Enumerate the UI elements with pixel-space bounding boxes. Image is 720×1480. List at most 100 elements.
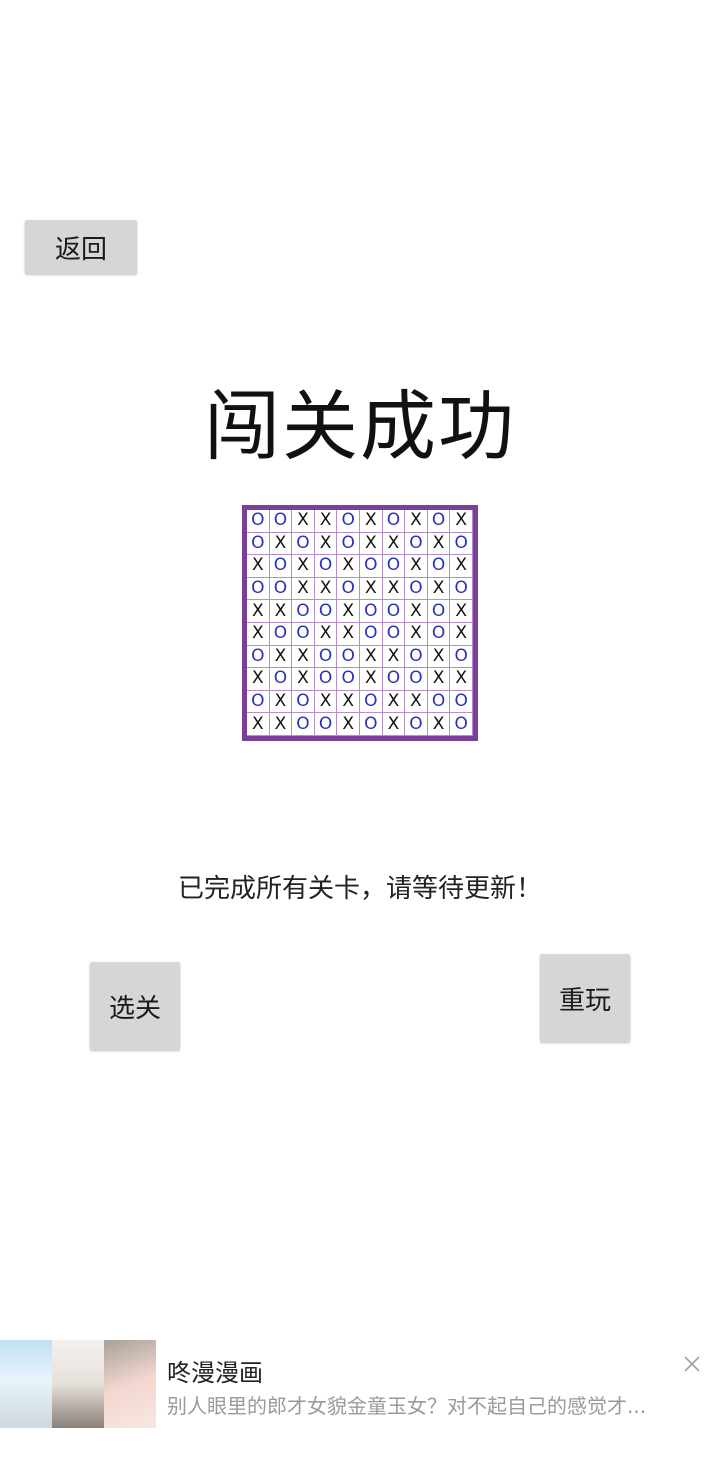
board-cell[interactable]: O xyxy=(360,555,383,578)
board-cell[interactable]: X xyxy=(382,532,406,556)
board-cell[interactable]: X xyxy=(337,690,360,714)
board-cell[interactable]: X xyxy=(269,532,293,556)
board-cell[interactable]: X xyxy=(382,690,406,714)
board-cell[interactable]: O xyxy=(450,577,473,601)
board-cell[interactable]: X xyxy=(269,690,293,714)
board-cell[interactable]: X xyxy=(292,577,315,601)
board-cell[interactable]: X xyxy=(405,555,428,578)
board-cell[interactable]: O xyxy=(337,668,360,691)
board-cell[interactable]: O xyxy=(382,510,406,533)
board-cell[interactable]: X xyxy=(405,600,428,623)
back-button[interactable]: 返回 xyxy=(25,220,137,274)
board-cell[interactable]: X xyxy=(247,668,270,691)
board-cell[interactable]: O xyxy=(405,577,428,601)
board-cell[interactable]: O xyxy=(292,690,315,714)
board-cell[interactable]: O xyxy=(360,713,383,736)
board-cell[interactable]: X xyxy=(269,713,293,736)
board-cell[interactable]: O xyxy=(450,713,473,736)
replay-button[interactable]: 重玩 xyxy=(540,954,630,1042)
board-cell[interactable]: O xyxy=(405,532,428,556)
board-cell[interactable]: X xyxy=(269,645,293,669)
board-cell[interactable]: O xyxy=(247,532,270,556)
board-cell[interactable]: O xyxy=(427,690,451,714)
board-cell[interactable]: O xyxy=(337,577,360,601)
board-cell[interactable]: X xyxy=(360,532,383,556)
board-cell[interactable]: O xyxy=(427,510,451,533)
board-cell[interactable]: X xyxy=(314,510,338,533)
board-cell[interactable]: X xyxy=(427,577,451,601)
board-cell[interactable]: X xyxy=(450,668,473,691)
board-cell[interactable]: O xyxy=(405,713,428,736)
board-cell[interactable]: X xyxy=(360,645,383,669)
board-cell[interactable]: O xyxy=(360,623,383,646)
board-cell[interactable]: X xyxy=(427,645,451,669)
board-cell[interactable]: O xyxy=(247,690,270,714)
board-cell[interactable]: O xyxy=(382,668,406,691)
board-cell[interactable]: X xyxy=(247,623,270,646)
board-cell[interactable]: O xyxy=(382,623,406,646)
board-cell[interactable]: X xyxy=(405,690,428,714)
board-cell[interactable]: X xyxy=(269,600,293,623)
board-cell[interactable]: O xyxy=(337,645,360,669)
board-cell[interactable]: X xyxy=(450,600,473,623)
board-cell[interactable]: O xyxy=(314,668,338,691)
board-cell[interactable]: O xyxy=(405,668,428,691)
board-cell[interactable]: X xyxy=(360,577,383,601)
board-cell[interactable]: O xyxy=(382,600,406,623)
board-cell[interactable]: O xyxy=(292,600,315,623)
board-cell[interactable]: O xyxy=(337,510,360,533)
board-cell[interactable]: X xyxy=(314,690,338,714)
board-cell[interactable]: X xyxy=(337,600,360,623)
board-cell[interactable]: X xyxy=(450,510,473,533)
board-cell[interactable]: X xyxy=(292,645,315,669)
board-cell[interactable]: O xyxy=(382,555,406,578)
board-cell[interactable]: X xyxy=(314,577,338,601)
board-cell[interactable]: X xyxy=(337,555,360,578)
board-cell[interactable]: X xyxy=(427,668,451,691)
board-cell[interactable]: X xyxy=(427,532,451,556)
board-cell[interactable]: X xyxy=(247,713,270,736)
ad-banner[interactable]: 咚漫漫画 别人眼里的郎才女貌金童玉女？对不起自己的感觉才... xyxy=(0,1338,720,1430)
board-cell[interactable]: X xyxy=(292,510,315,533)
board-cell[interactable]: X xyxy=(360,668,383,691)
board-cell[interactable]: O xyxy=(269,623,293,646)
board-cell[interactable]: O xyxy=(269,668,293,691)
board-cell[interactable]: O xyxy=(292,623,315,646)
board-cell[interactable]: X xyxy=(405,623,428,646)
board-cell[interactable]: O xyxy=(427,600,451,623)
board-cell[interactable]: O xyxy=(292,532,315,556)
board-cell[interactable]: O xyxy=(314,600,338,623)
board-cell[interactable]: X xyxy=(292,668,315,691)
board-cell[interactable]: X xyxy=(405,510,428,533)
board-cell[interactable]: O xyxy=(314,713,338,736)
board-cell[interactable]: O xyxy=(269,510,293,533)
board-cell[interactable]: O xyxy=(337,532,360,556)
close-icon[interactable] xyxy=(680,1352,704,1376)
board-cell[interactable]: X xyxy=(247,600,270,623)
board-cell[interactable]: O xyxy=(427,555,451,578)
board-cell[interactable]: O xyxy=(450,690,473,714)
board-cell[interactable]: O xyxy=(292,713,315,736)
board-cell[interactable]: O xyxy=(450,645,473,669)
board-cell[interactable]: O xyxy=(247,577,270,601)
board-cell[interactable]: X xyxy=(292,555,315,578)
board-cell[interactable]: O xyxy=(314,645,338,669)
board-cell[interactable]: X xyxy=(314,623,338,646)
board-cell[interactable]: O xyxy=(360,690,383,714)
select-level-button[interactable]: 选关 xyxy=(90,962,180,1050)
board-cell[interactable]: O xyxy=(450,532,473,556)
board-cell[interactable]: X xyxy=(360,510,383,533)
board-cell[interactable]: X xyxy=(382,577,406,601)
board-cell[interactable]: O xyxy=(247,645,270,669)
board-cell[interactable]: X xyxy=(337,713,360,736)
board-cell[interactable]: O xyxy=(360,600,383,623)
board-cell[interactable]: X xyxy=(427,713,451,736)
board-cell[interactable]: X xyxy=(247,555,270,578)
board-cell[interactable]: O xyxy=(269,555,293,578)
board-cell[interactable]: X xyxy=(382,713,406,736)
board-cell[interactable]: O xyxy=(405,645,428,669)
board-cell[interactable]: O xyxy=(269,577,293,601)
ad-thumbnails[interactable] xyxy=(0,1340,156,1428)
board-cell[interactable]: O xyxy=(427,623,451,646)
board-cell[interactable]: X xyxy=(450,555,473,578)
